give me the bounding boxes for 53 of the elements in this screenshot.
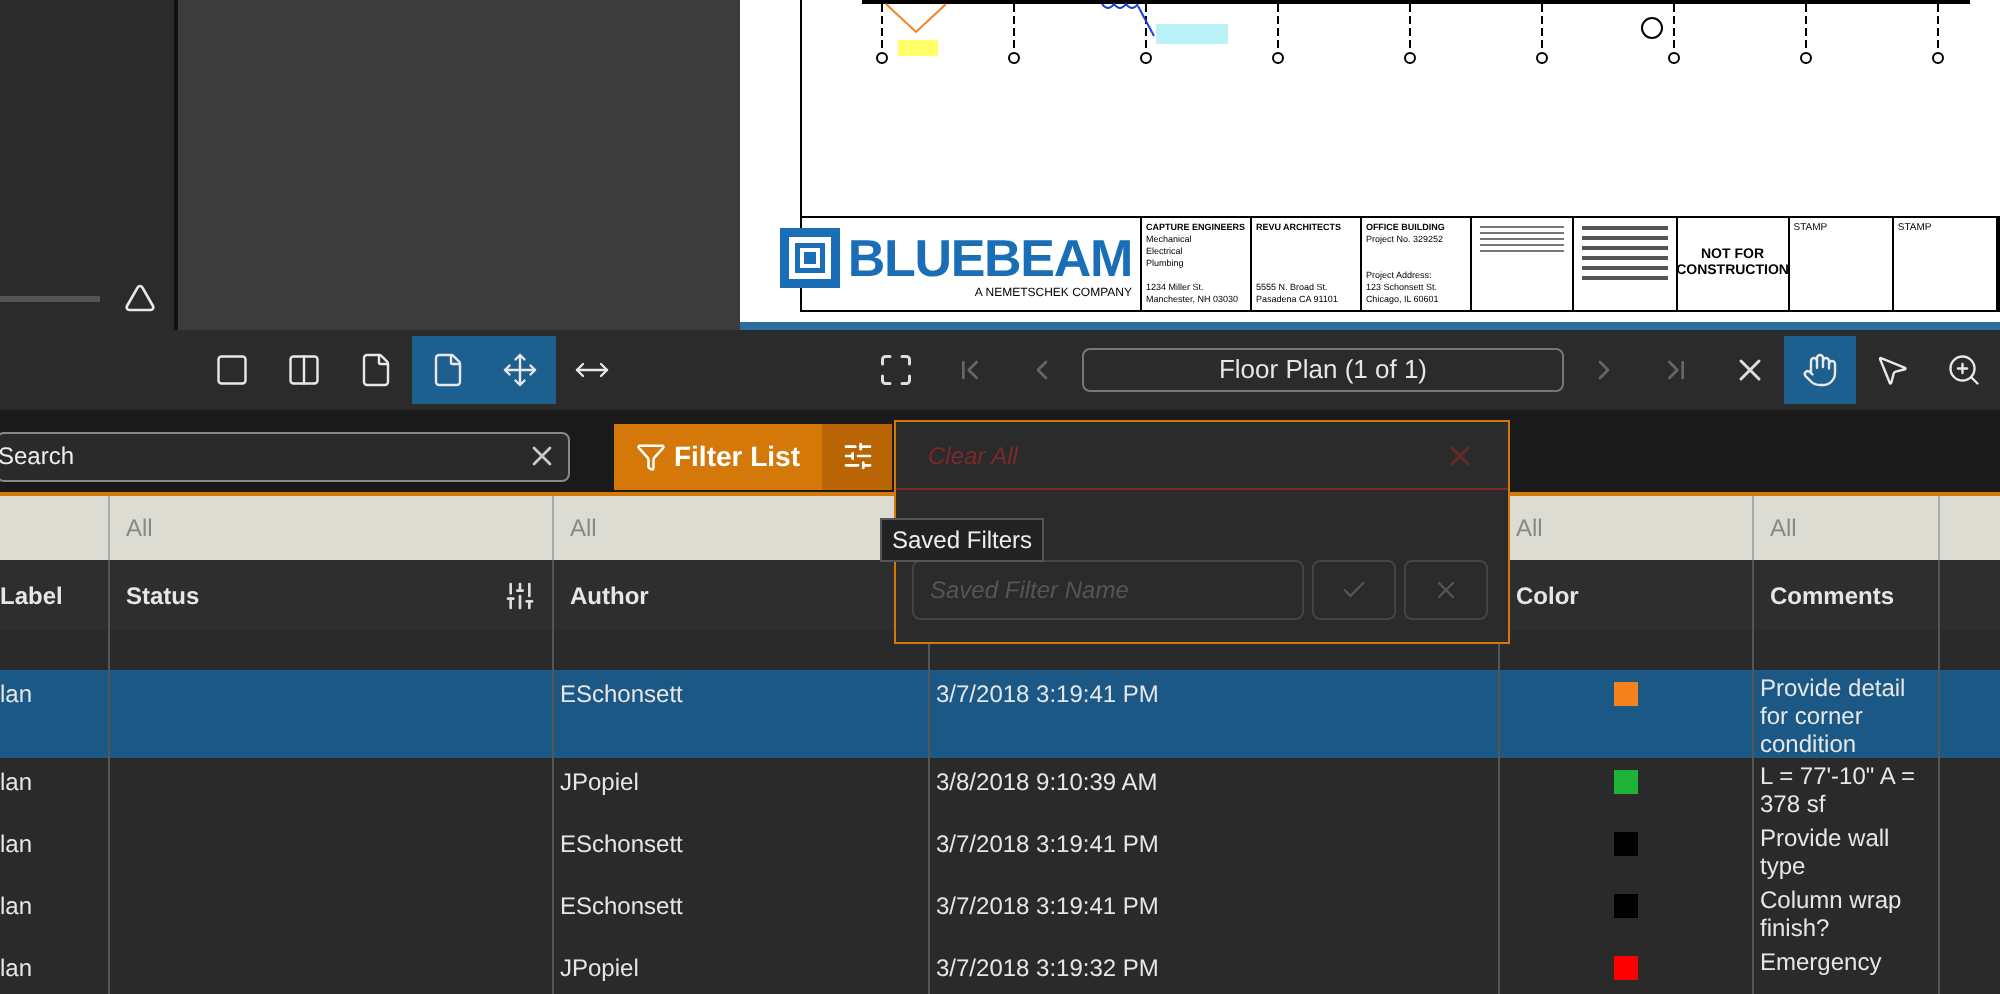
- table-row[interactable]: lan JPopiel 3/7/2018 3:19:32 PM Emergency: [0, 944, 2000, 994]
- table-row[interactable]: lan ESchonsett 3/7/2018 3:19:41 PM Provide detail for corner condition: [0, 670, 2000, 758]
- triangle-icon[interactable]: [124, 282, 156, 314]
- panel-icon: [214, 352, 250, 388]
- column-header[interactable]: Author: [570, 577, 649, 613]
- table-cell: ESchonsett: [560, 892, 683, 920]
- page-field[interactable]: Floor Plan (1 of 1): [1082, 348, 1564, 392]
- table-cell: lan: [0, 768, 33, 796]
- zoom-icon: [1946, 352, 1982, 388]
- table-cell: Emergency: [1760, 948, 1882, 976]
- column-options-icon[interactable]: [504, 579, 536, 611]
- saved-filters-button[interactable]: [822, 423, 892, 489]
- table-cell: 3/7/2018 3:19:41 PM: [936, 680, 1159, 708]
- move-arrows-icon: [502, 352, 538, 388]
- table-cell: 3/7/2018 3:19:41 PM: [936, 892, 1159, 920]
- table-cell: ESchonsett: [560, 830, 683, 858]
- fullscreen-icon[interactable]: [878, 352, 914, 388]
- column-header[interactable]: Comments: [1770, 577, 1895, 613]
- slider-track[interactable]: [0, 296, 100, 302]
- toolbar-button[interactable]: [1784, 336, 1856, 404]
- column-header[interactable]: Status: [126, 577, 200, 613]
- filter-icon: [635, 441, 666, 471]
- table-cell: Provide wall type: [1760, 824, 1890, 880]
- table-cell: 3/7/2018 3:19:41 PM: [936, 830, 1159, 858]
- table-cell: lan: [0, 680, 33, 708]
- table-cell: Column wrap finish?: [1760, 886, 1902, 942]
- pointer-icon: [1874, 352, 1910, 388]
- page-icon: [430, 352, 466, 388]
- table-cell: L = 77'-10" A = 378 sf: [1760, 762, 1916, 818]
- toolbar-button[interactable]: [484, 336, 556, 404]
- split-view-icon: [286, 352, 322, 388]
- column-header[interactable]: Color: [1516, 577, 1579, 613]
- toolbar-button[interactable]: [412, 336, 484, 404]
- table-row[interactable]: lan ESchonsett 3/7/2018 3:19:41 PM Column wrap finish?: [0, 882, 2000, 944]
- table-cell: lan: [0, 892, 33, 920]
- table-row[interactable]: lan ESchonsett 3/7/2018 3:19:41 PM Provide wall type: [0, 820, 2000, 882]
- column-header[interactable]: Label: [0, 577, 63, 613]
- table-cell: 3/7/2018 3:19:32 PM: [936, 954, 1159, 982]
- table-cell: JPopiel: [560, 768, 639, 796]
- logo-text: BLUEBEAM: [847, 229, 1132, 285]
- hand-icon: [1802, 352, 1838, 388]
- page-icon: [358, 352, 394, 388]
- table-cell: ESchonsett: [560, 680, 683, 708]
- logo-icon: [779, 227, 840, 287]
- table-row[interactable]: lan JPopiel 3/8/2018 9:10:39 AM L = 77'-10" A = 378 sf: [0, 758, 2000, 820]
- close-icon: [1432, 576, 1460, 604]
- table-cell: lan: [0, 830, 33, 858]
- sliders-icon: [841, 440, 873, 472]
- table-cell: Provide detail for corner condition: [1760, 674, 1906, 758]
- table-cell: lan: [0, 954, 33, 982]
- table-cell: 3/8/2018 9:10:39 AM: [936, 768, 1158, 796]
- table-cell: JPopiel: [560, 954, 639, 982]
- tooltip: Saved Filters: [880, 518, 1045, 562]
